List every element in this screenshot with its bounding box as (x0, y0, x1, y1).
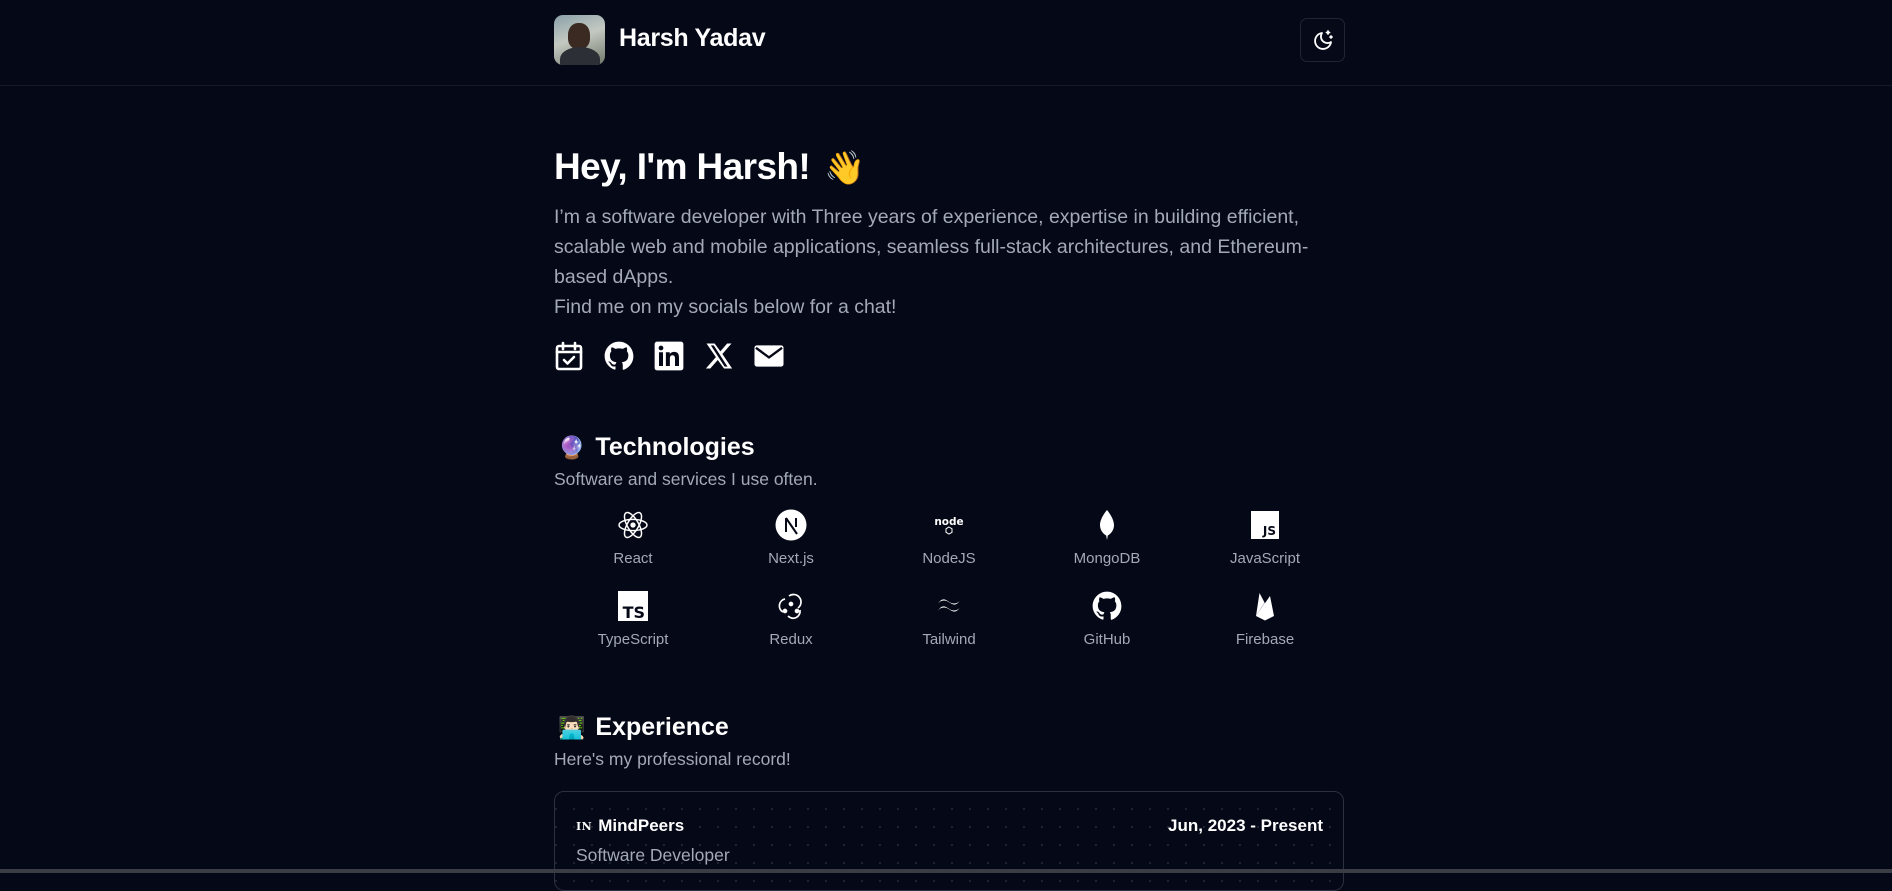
svg-text:node: node (934, 516, 963, 528)
tech-item-nodejs[interactable]: node NodeJS (870, 508, 1028, 567)
experience-card[interactable]: IN MindPeers Jun, 2023 - Present Softwar… (554, 791, 1344, 891)
github-icon (1092, 591, 1122, 620)
crystal-ball-emoji: 🔮 (558, 434, 586, 460)
github-link[interactable] (604, 340, 634, 372)
mail-icon (754, 345, 784, 367)
tech-item-javascript[interactable]: JS JavaScript (1186, 508, 1344, 567)
company-name: MindPeers (598, 816, 685, 835)
technologies-heading: 🔮 Technologies (558, 433, 755, 462)
avatar-body (560, 47, 600, 65)
technologies-title: Technologies (595, 433, 755, 461)
tech-label: MongoDB (1073, 550, 1141, 567)
tech-label: JavaScript (1229, 550, 1301, 567)
experience-subtitle: Here's my professional record! (554, 749, 791, 769)
github-icon (604, 341, 634, 370)
tech-item-redux[interactable]: Redux (712, 589, 870, 648)
experience-role: Software Developer (576, 845, 730, 865)
site-name[interactable]: Harsh Yadav (619, 24, 766, 53)
tech-item-typescript[interactable]: TS TypeScript (554, 589, 712, 648)
react-icon (618, 511, 648, 539)
tech-label: NodeJS (922, 550, 976, 567)
experience-title: Experience (595, 713, 729, 741)
avatar-head (568, 23, 590, 49)
email-link[interactable] (754, 340, 784, 372)
tech-item-github[interactable]: GitHub (1028, 589, 1186, 648)
firebase-icon (1256, 593, 1274, 621)
social-links (554, 340, 784, 372)
tech-item-mongodb[interactable]: MongoDB (1028, 508, 1186, 567)
experience-heading: 👨🏻‍💻 Experience (558, 713, 729, 742)
hero-description: I’m a software developer with Three year… (554, 202, 1344, 322)
company-logo: IN (576, 819, 593, 833)
site-header: Harsh Yadav (0, 0, 1892, 86)
redux-icon (778, 593, 802, 620)
wave-emoji: 👋 (824, 149, 865, 186)
technologies-grid: React Next.js node NodeJS MongoDB JS Jav… (554, 508, 1344, 648)
linkedin-link[interactable] (654, 340, 684, 372)
viewport-bottom-edge (0, 869, 1892, 873)
moon-stars-icon (1313, 30, 1333, 50)
javascript-icon: JS (1251, 511, 1279, 539)
tech-label: React (613, 550, 653, 567)
svg-text:JS: JS (1262, 524, 1276, 538)
avatar[interactable] (554, 15, 605, 65)
theme-toggle-button[interactable] (1300, 18, 1345, 62)
linkedin-icon (654, 341, 684, 371)
tech-label: TypeScript (597, 631, 669, 648)
technologist-emoji: 👨🏻‍💻 (558, 714, 586, 740)
calendar-link[interactable] (554, 340, 584, 372)
x-link[interactable] (704, 340, 734, 372)
technologies-subtitle: Software and services I use often. (554, 469, 818, 489)
hero-intro: I’m a software developer with Three year… (554, 206, 1309, 288)
tech-item-nextjs[interactable]: Next.js (712, 508, 870, 567)
hero-title-text: Hey, I'm Harsh! (554, 146, 811, 187)
x-icon (705, 343, 733, 369)
experience-date: Jun, 2023 - Present (1168, 816, 1323, 835)
tech-item-react[interactable]: React (554, 508, 712, 567)
tech-label: Tailwind (922, 631, 976, 648)
tailwind-icon (938, 599, 960, 612)
hero-title: Hey, I'm Harsh! 👋 (554, 146, 865, 188)
tech-label: Redux (769, 631, 813, 648)
hero-cta: Find me on my socials below for a chat! (554, 296, 897, 318)
typescript-icon: TS (618, 591, 648, 621)
calendar-check-icon (555, 341, 583, 371)
tech-item-firebase[interactable]: Firebase (1186, 589, 1344, 648)
nodejs-icon: node (934, 516, 964, 535)
tech-label: GitHub (1083, 631, 1131, 648)
experience-company: IN MindPeers (576, 816, 684, 836)
tech-label: Firebase (1235, 631, 1295, 648)
nextjs-icon (775, 509, 807, 541)
tech-label: Next.js (768, 550, 814, 567)
tech-item-tailwind[interactable]: Tailwind (870, 589, 1028, 648)
svg-text:TS: TS (623, 603, 645, 621)
mongodb-icon (1100, 510, 1114, 540)
